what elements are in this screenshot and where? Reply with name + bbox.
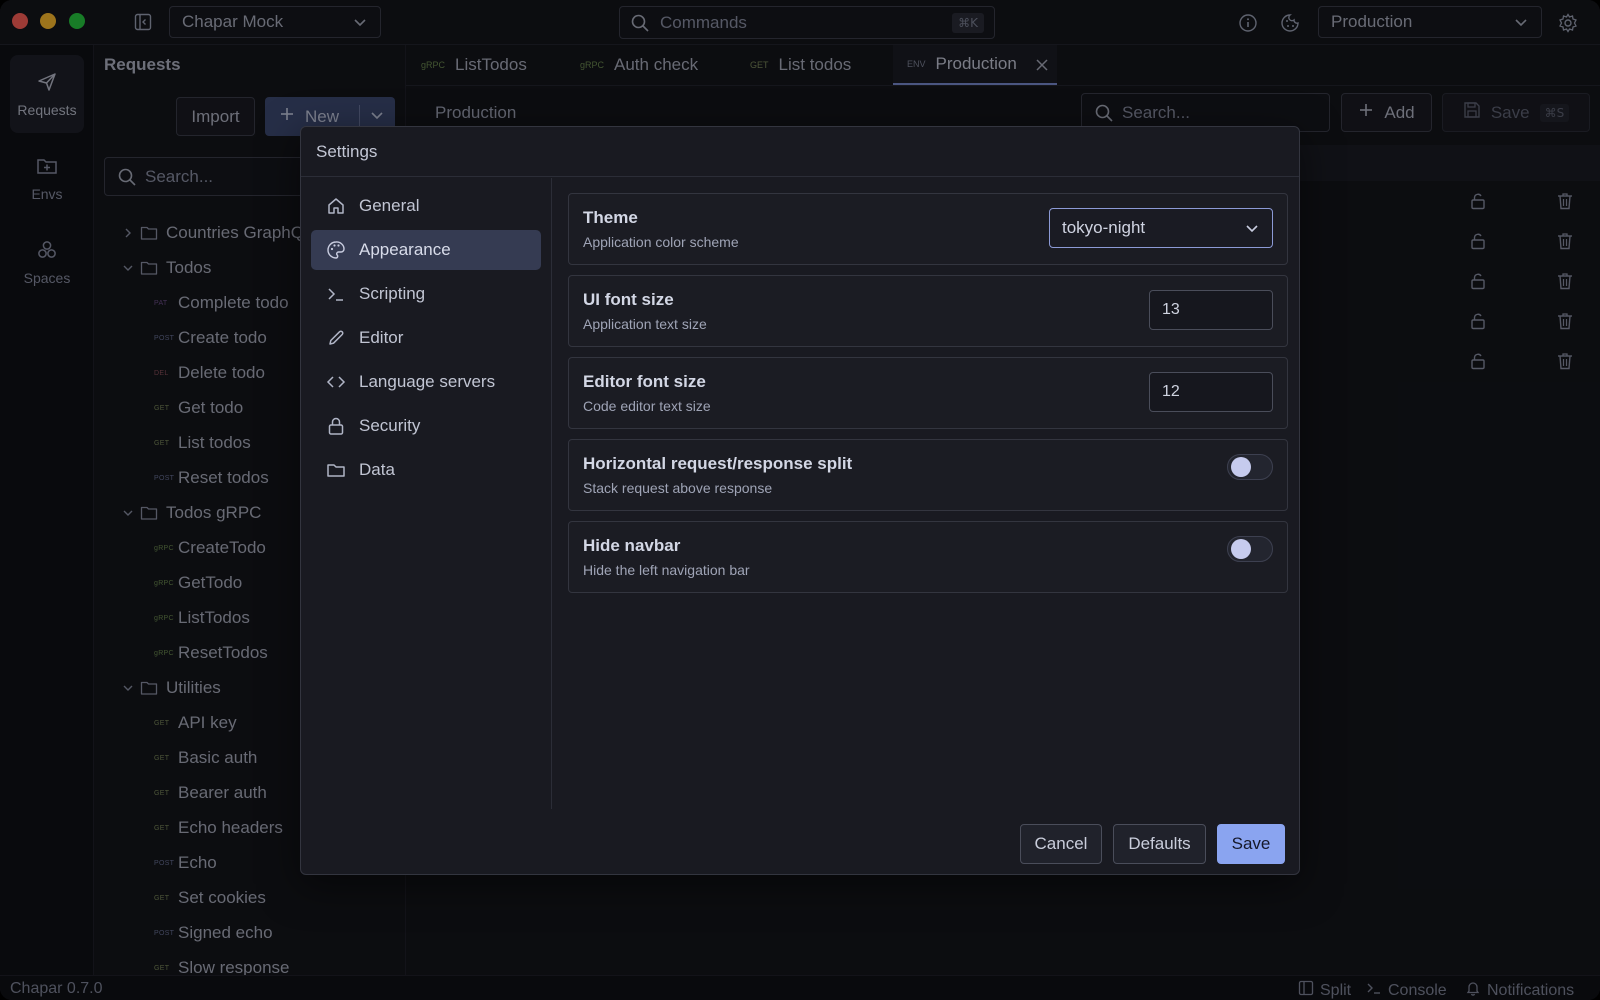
setting-title: Theme: [583, 208, 638, 227]
settings-nav-data[interactable]: Data: [311, 450, 541, 490]
theme-select[interactable]: tokyo-night: [1049, 208, 1273, 248]
editor-font-size-setting: Editor font size Code editor text size 1…: [568, 357, 1288, 429]
nav-label: Appearance: [359, 240, 451, 259]
setting-title: Horizontal request/response split: [583, 454, 853, 473]
cancel-button[interactable]: Cancel: [1020, 824, 1102, 864]
settings-nav: General Appearance Scripting Editor Lang…: [301, 178, 552, 809]
ui-font-size-setting: UI font size Application text size 13: [568, 275, 1288, 347]
nav-label: Language servers: [359, 372, 496, 391]
settings-nav-scripting[interactable]: Scripting: [311, 274, 541, 314]
settings-nav-general[interactable]: General: [311, 186, 541, 226]
ui-font-size-input[interactable]: 13: [1149, 290, 1273, 330]
lock-icon: [325, 416, 347, 436]
settings-dialog: Settings General Appearance Scripting Ed…: [300, 126, 1300, 875]
settings-nav-editor[interactable]: Editor: [311, 318, 541, 358]
hide-navbar-setting: Hide navbar Hide the left navigation bar: [568, 521, 1288, 593]
defaults-button[interactable]: Defaults: [1113, 824, 1206, 864]
save-button[interactable]: Save: [1217, 824, 1285, 864]
setting-description: Hide the left navigation bar: [583, 562, 750, 578]
settings-nav-language-servers[interactable]: Language servers: [311, 362, 541, 402]
setting-description: Code editor text size: [583, 398, 711, 414]
home-icon: [325, 196, 347, 216]
setting-description: Application color scheme: [583, 234, 739, 250]
setting-description: Stack request above response: [583, 480, 773, 496]
terminal-icon: [325, 284, 347, 304]
setting-description: Application text size: [583, 316, 707, 332]
setting-title: UI font size: [583, 290, 674, 309]
settings-title: Settings: [301, 127, 1299, 177]
pencil-icon: [325, 328, 347, 348]
code-icon: [325, 372, 347, 392]
setting-title: Hide navbar: [583, 536, 681, 555]
chevron-down-icon: [1244, 220, 1260, 241]
nav-label: Security: [359, 416, 421, 435]
theme-setting: Theme Application color scheme tokyo-nig…: [568, 193, 1288, 265]
settings-nav-appearance[interactable]: Appearance: [311, 230, 541, 270]
toggle-knob: [1231, 539, 1251, 559]
settings-footer: Cancel Defaults Save: [301, 809, 1299, 874]
split-toggle-switch[interactable]: [1227, 454, 1273, 480]
palette-icon: [325, 240, 347, 260]
toggle-knob: [1231, 457, 1251, 477]
folder-icon: [325, 460, 347, 480]
editor-font-size-input[interactable]: 12: [1149, 372, 1273, 412]
nav-label: Scripting: [359, 284, 426, 303]
setting-title: Editor font size: [583, 372, 706, 391]
hide-navbar-toggle-switch[interactable]: [1227, 536, 1273, 562]
settings-content: Theme Application color scheme tokyo-nig…: [553, 178, 1299, 809]
nav-label: General: [359, 196, 420, 215]
settings-nav-security[interactable]: Security: [311, 406, 541, 446]
nav-label: Editor: [359, 328, 404, 347]
nav-label: Data: [359, 460, 395, 479]
theme-value: tokyo-night: [1062, 218, 1146, 237]
app-window: Chapar Mock Commands ⌘K Production Reque…: [0, 0, 1600, 1000]
split-setting: Horizontal request/response split Stack …: [568, 439, 1288, 511]
